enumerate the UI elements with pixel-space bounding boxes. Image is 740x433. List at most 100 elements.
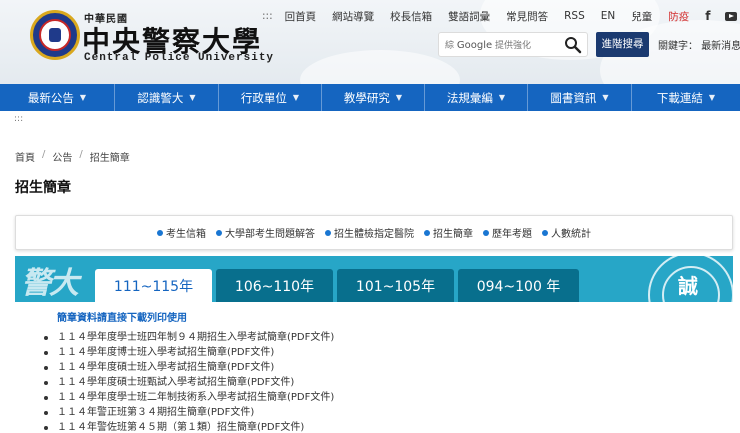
bullet-icon — [44, 365, 48, 370]
google-label: Google — [456, 40, 493, 51]
topnav-home[interactable]: 回首頁 — [285, 9, 317, 24]
nav-regulations[interactable]: 法規彙編 ▼ — [425, 84, 528, 111]
nav-label: 行政單位 — [240, 90, 287, 105]
chevron-down-icon: ▼ — [292, 93, 300, 102]
nav-label: 下載連結 — [656, 90, 703, 105]
bullet-icon — [542, 229, 548, 236]
bullet-icon — [44, 410, 48, 415]
search-provider: 提供強化 — [495, 41, 532, 51]
topnav-english[interactable]: EN — [601, 10, 616, 22]
quick-link-label: 人數統計 — [551, 229, 591, 240]
list-item[interactable]: １１４年警正班第３４期招生簡章(PDF文件) — [44, 405, 334, 420]
topnav-sitemap[interactable]: 網站導覽 — [332, 9, 374, 24]
document-link[interactable]: １１４學年度碩士班甄試入學考試招生簡章(PDF文件) — [57, 375, 294, 390]
bullet-icon — [44, 335, 48, 340]
tab-111-115[interactable]: 111~115年 — [95, 269, 212, 302]
document-link[interactable]: １１４學年度學士班四年制９４期招生入學考試簡章(PDF文件) — [57, 330, 334, 345]
university-name-en: Central Police University — [84, 52, 275, 64]
chevron-down-icon: ▼ — [602, 93, 609, 102]
quick-link-label: 歷年考題 — [492, 229, 532, 240]
breadcrumb-home[interactable]: 首頁 — [15, 149, 35, 164]
banner-calligraphy: 警大 — [21, 266, 79, 301]
nav-label: 教學研究 — [343, 90, 390, 105]
youtube-icon[interactable] — [724, 11, 737, 21]
tab-094-100[interactable]: 094~100 年 — [458, 269, 579, 302]
advanced-search-button[interactable]: 進階搜尋 — [596, 32, 649, 57]
topnav-president-mailbox[interactable]: 校長信箱 — [390, 9, 432, 24]
nav-label: 最新公告 — [27, 90, 74, 105]
quick-link-statistics[interactable]: 人數統計 — [542, 225, 591, 240]
document-link[interactable]: １１４學年度學士班二年制技術系入學考試招生簡章(PDF文件) — [57, 390, 334, 405]
list-item[interactable]: １１４學年度學士班二年制技術系入學考試招生簡章(PDF文件) — [44, 390, 334, 405]
list-item[interactable]: １１４學年度碩士班入學考試招生簡章(PDF文件) — [44, 360, 334, 375]
breadcrumb-current: 招生簡章 — [89, 153, 130, 164]
quick-link-brochures[interactable]: 招生簡章 — [424, 225, 473, 240]
tab-101-105[interactable]: 101~105年 — [337, 269, 454, 302]
quick-link-label: 考生信箱 — [166, 229, 206, 240]
document-link[interactable]: １１４學年度博士班入學考試招生簡章(PDF文件) — [57, 345, 274, 360]
bullet-icon — [44, 350, 48, 355]
keywords: 關鍵字： 最新消息 — [658, 37, 740, 52]
nav-label: 法規彙編 — [446, 90, 493, 105]
bullet-icon — [44, 380, 48, 385]
list-item[interactable]: １１４年警佐班第４５期（第１類）招生簡章(PDF文件) — [44, 420, 334, 433]
page-title: 招生簡章 — [15, 180, 71, 196]
nav-label: 認識警大 — [137, 90, 184, 105]
quick-link-label: 大學部考生問題解答 — [225, 229, 315, 240]
quick-link-faq[interactable]: 大學部考生問題解答 — [216, 225, 315, 240]
university-seal-icon: 誠 — [648, 256, 733, 302]
chevron-down-icon: ▼ — [395, 93, 403, 102]
bullet-icon — [157, 229, 163, 236]
document-link[interactable]: １１４年警佐班第４５期（第１類）招生簡章(PDF文件) — [57, 420, 304, 433]
keywords-label: 關鍵字： — [658, 41, 698, 52]
bullet-icon — [325, 229, 331, 236]
main-navigation: 最新公告 ▼ 認識警大 ▼ 行政單位 ▼ 教學研究 ▼ 法規彙編 ▼ 圖書資訊 ▼ 下載連結… — [0, 84, 740, 111]
topnav-children[interactable]: 兒童 — [631, 9, 652, 24]
topnav-faq[interactable]: 常見問答 — [506, 9, 548, 24]
bullet-icon — [216, 229, 222, 236]
keyword-link[interactable]: 最新消息 — [701, 41, 740, 52]
top-utility-nav: ::: 回首頁 網站導覽 校長信箱 雙語詞彙 常見問答 RSS EN 兒童 防疫… — [262, 8, 737, 24]
chevron-down-icon: ▼ — [708, 93, 716, 102]
breadcrumb-separator: / — [79, 149, 83, 160]
chevron-down-icon: ▼ — [79, 93, 87, 102]
nav-label: 圖書資訊 — [550, 90, 597, 105]
quick-links-panel: 考生信箱 大學部考生問題解答 招生體檢指定醫院 招生簡章 歷年考題 人數統計 — [15, 215, 733, 250]
nav-teaching-research[interactable]: 教學研究 ▼ — [322, 84, 425, 111]
nav-latest-news[interactable]: 最新公告 ▼ — [0, 84, 115, 111]
nav-admin-units[interactable]: 行政單位 ▼ — [219, 84, 322, 111]
document-list: １１４學年度學士班四年制９４期招生入學考試簡章(PDF文件) １１４學年度博士班… — [44, 330, 334, 433]
chevron-down-icon: ▼ — [498, 93, 506, 102]
breadcrumb-announcements[interactable]: 公告 — [52, 149, 72, 164]
university-logo[interactable] — [30, 10, 80, 60]
topnav-epidemic-prevention[interactable]: 防疫 — [668, 9, 689, 24]
quick-link-past-exams[interactable]: 歷年考題 — [483, 225, 532, 240]
list-item[interactable]: １１４學年度學士班四年制９４期招生入學考試簡章(PDF文件) — [44, 330, 334, 345]
bullet-icon — [424, 229, 430, 236]
nav-downloads[interactable]: 下載連結 ▼ — [632, 84, 740, 111]
quick-link-hospitals[interactable]: 招生體檢指定醫院 — [325, 225, 414, 240]
quick-link-label: 招生簡章 — [433, 229, 473, 240]
search-prefix: 綜 — [445, 41, 455, 51]
nav-about[interactable]: 認識警大 ▼ — [115, 84, 219, 111]
breadcrumb: 首頁 / 公告 / 招生簡章 — [15, 149, 130, 164]
chevron-down-icon: ▼ — [189, 93, 196, 102]
bullet-icon — [44, 425, 48, 430]
quick-link-applicant-mailbox[interactable]: 考生信箱 — [157, 225, 206, 240]
bullet-icon — [44, 395, 48, 400]
search-icon[interactable] — [564, 36, 582, 54]
document-link[interactable]: １１４年警正班第３４期招生簡章(PDF文件) — [57, 405, 254, 420]
list-item[interactable]: １１４學年度碩士班甄試入學考試招生簡章(PDF文件) — [44, 375, 334, 390]
accessibility-anchor-content[interactable]: ::: — [14, 114, 23, 124]
topnav-rss[interactable]: RSS — [564, 10, 585, 22]
seal-character: 誠 — [678, 274, 698, 298]
topnav-bilingual-glossary[interactable]: 雙語詞彙 — [448, 9, 490, 24]
nav-library[interactable]: 圖書資訊 ▼ — [528, 84, 632, 111]
download-note: 簡章資料請直接下載列印使用 — [57, 313, 187, 324]
accessibility-anchor[interactable]: ::: — [262, 10, 273, 22]
list-item[interactable]: １１４學年度博士班入學考試招生簡章(PDF文件) — [44, 345, 334, 360]
document-link[interactable]: １１４學年度碩士班入學考試招生簡章(PDF文件) — [57, 360, 274, 375]
bullet-icon — [483, 229, 489, 236]
tab-106-110[interactable]: 106~110年 — [216, 269, 333, 302]
facebook-icon[interactable]: f — [705, 9, 710, 23]
